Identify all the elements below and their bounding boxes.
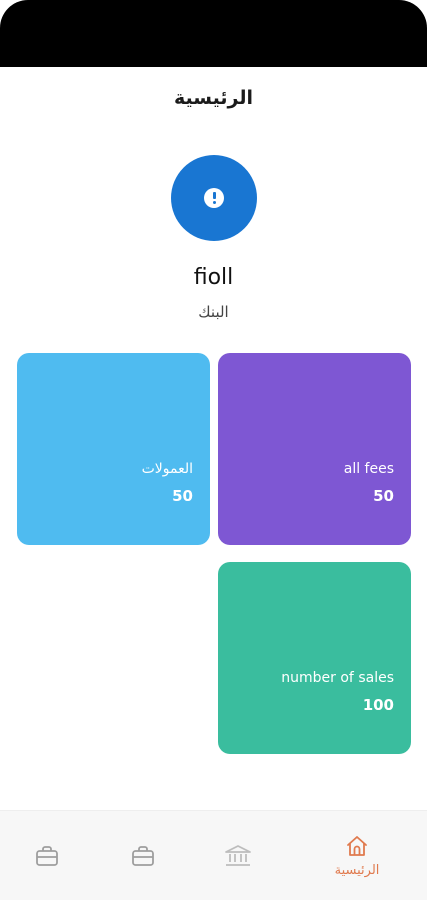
profile-name: fioll <box>193 265 234 290</box>
briefcase-icon <box>132 846 154 866</box>
nav-item-briefcase-1[interactable] <box>0 811 97 900</box>
briefcase-icon <box>36 846 58 866</box>
home-icon <box>347 836 367 856</box>
bottom-navigation: الرئيسية <box>0 810 427 900</box>
bank-icon <box>225 845 251 866</box>
card-value: 50 <box>373 487 394 505</box>
nav-item-label: الرئيسية <box>334 863 380 878</box>
card-value: 50 <box>172 487 193 505</box>
profile-subtitle: البنك <box>198 303 229 321</box>
card-label: العمولات <box>141 461 193 477</box>
home-screen: الرئيسية fioll البنك all fees 50 العمولا… <box>0 67 427 900</box>
card-label: all fees <box>343 461 394 477</box>
all-fees-card[interactable]: all fees 50 <box>218 353 411 545</box>
card-label: number of sales <box>281 670 394 686</box>
nav-item-home[interactable]: الرئيسية <box>307 811 407 900</box>
avatar[interactable] <box>171 155 257 241</box>
number-of-sales-card[interactable]: number of sales 100 <box>218 562 411 754</box>
card-value: 100 <box>362 696 394 714</box>
nav-item-bank[interactable] <box>188 811 288 900</box>
page-title: الرئيسية <box>174 87 253 109</box>
commissions-card[interactable]: العمولات 50 <box>17 353 210 545</box>
exclamation-icon <box>204 188 224 208</box>
status-bar <box>0 0 427 67</box>
nav-item-briefcase-2[interactable] <box>93 811 193 900</box>
